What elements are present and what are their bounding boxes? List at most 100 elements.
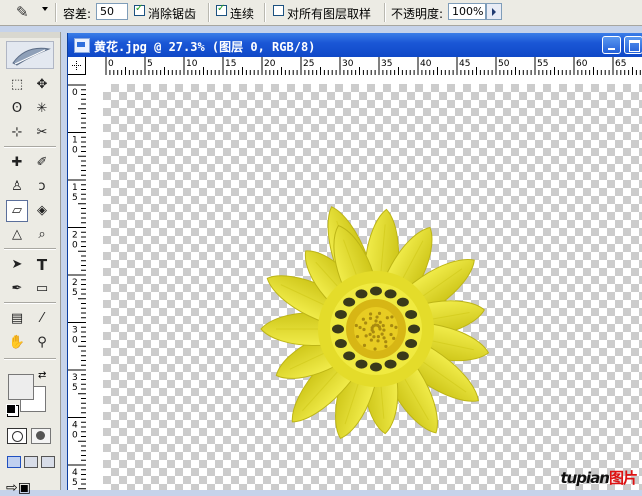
brush-tool-icon[interactable]: ✐	[31, 152, 53, 174]
petal-spot	[370, 286, 382, 296]
notes-tool-icon[interactable]: ▤	[6, 308, 28, 330]
all-layers-checkbox[interactable]	[273, 5, 284, 16]
petal-spot	[405, 339, 418, 349]
standard-mode-button[interactable]	[7, 428, 27, 444]
center-floret	[369, 312, 373, 316]
zoom-tool-icon[interactable]: ⚲	[31, 332, 53, 354]
yellow-flower-image	[260, 206, 490, 440]
petal-spot	[396, 351, 409, 361]
center-floret	[362, 343, 367, 347]
swap-colors-icon[interactable]: ⇄	[38, 370, 46, 381]
center-floret	[364, 334, 368, 338]
dodge-tool-icon[interactable]: ⌕	[31, 224, 53, 246]
slice-tool-icon[interactable]: ✂	[31, 122, 53, 144]
foreground-color-swatch[interactable]	[8, 374, 34, 400]
center-floret	[382, 336, 386, 340]
move-tool-icon[interactable]: ✥	[31, 74, 53, 96]
contiguous-checkbox[interactable]	[216, 3, 227, 16]
full-screen-menu-mode-icon[interactable]	[24, 456, 38, 468]
eyedropper-tool-icon[interactable]: ⁄	[31, 308, 53, 330]
petal-spot	[355, 359, 368, 369]
ruler-label: 60	[576, 59, 588, 69]
standard-screen-mode-icon[interactable]	[7, 456, 21, 468]
center-floret	[354, 323, 358, 328]
petal-spot	[384, 359, 397, 369]
paint-bucket-tool-icon[interactable]: ◈	[31, 200, 53, 222]
center-floret	[368, 316, 373, 320]
document-icon	[74, 38, 90, 53]
lasso-tool-icon[interactable]: ʘ	[6, 98, 28, 120]
center-floret	[374, 319, 378, 323]
tolerance-input[interactable]: 50	[96, 3, 128, 20]
ruler-label: 30	[342, 59, 354, 69]
divider	[55, 3, 57, 22]
center-floret	[384, 344, 388, 348]
options-bar: ✎ 容差: 50 消除锯齿 连续 对所有图层取样 不透明度: 100%	[0, 0, 642, 26]
document-title: 黄花.jpg @ 27.3% (图层 0, RGB/8)	[94, 40, 316, 54]
document-window: 黄花.jpg @ 27.3% (图层 0, RGB/8) 0 5 10 15 20 25 3…	[67, 33, 642, 490]
ruler-label: 10	[72, 136, 78, 156]
magic-wand-tool-icon[interactable]: ✳	[31, 98, 53, 120]
center-floret	[389, 332, 393, 337]
path-selection-tool-icon[interactable]: ➤	[6, 254, 28, 276]
maximize-button[interactable]	[624, 36, 642, 54]
ruler-label: 20	[264, 59, 276, 69]
ruler-label: 30	[72, 326, 78, 346]
clone-stamp-tool-icon[interactable]: ♙	[6, 176, 28, 198]
center-floret	[382, 328, 386, 332]
ruler-label: 20	[72, 231, 78, 251]
center-floret	[376, 339, 380, 343]
ruler-label: 45	[459, 59, 470, 69]
photoshop-feather-logo[interactable]	[6, 41, 54, 69]
horizontal-ruler-ticks: 0 5 10 15 20 25 30 35 40 45 50 55 60 65	[105, 57, 641, 75]
vertical-ruler[interactable]: 0 10 15 20 25 30 35 40 45	[68, 75, 87, 490]
center-floret	[355, 335, 360, 339]
center-floret	[371, 330, 375, 334]
document-titlebar[interactable]: 黄花.jpg @ 27.3% (图层 0, RGB/8)	[68, 33, 642, 57]
center-floret	[376, 335, 380, 339]
ruler-label: 25	[72, 278, 78, 298]
ruler-label: 5	[147, 59, 153, 69]
watermark-logo: tupian图片	[560, 467, 638, 488]
all-layers-label: 对所有图层取样	[287, 7, 372, 21]
blur-tool-icon[interactable]: △	[6, 224, 28, 246]
center-floret	[369, 338, 373, 342]
petal-spot	[343, 351, 356, 361]
opacity-slider-button[interactable]	[486, 3, 502, 20]
petal-spot	[408, 324, 420, 334]
default-colors-icon[interactable]	[6, 404, 16, 414]
quick-mask-button[interactable]	[31, 428, 51, 444]
center-floret	[362, 327, 366, 332]
hand-tool-icon[interactable]: ✋	[6, 332, 28, 354]
tool-preset-picker[interactable]: ✎	[4, 2, 50, 22]
toolbox-grip[interactable]	[0, 32, 60, 38]
horizontal-ruler[interactable]: 0 5 10 15 20 25 30 35 40 45 50 55 60 65	[86, 57, 642, 76]
jump-to-imageready-icon[interactable]: ⇨▣	[6, 480, 31, 496]
divider	[4, 302, 56, 304]
eraser-tool-icon[interactable]: ▱	[6, 200, 28, 222]
type-tool-icon[interactable]: T	[31, 254, 53, 276]
center-floret	[358, 325, 362, 330]
healing-brush-tool-icon[interactable]: ✚	[6, 152, 28, 174]
full-screen-mode-icon[interactable]	[41, 456, 55, 468]
center-floret	[375, 315, 379, 319]
watermark-tag: 图片	[608, 469, 638, 487]
antialias-label: 消除锯齿	[148, 7, 197, 21]
crop-tool-icon[interactable]: ⊹	[6, 122, 28, 144]
marquee-tool-icon[interactable]: ⬚	[6, 74, 28, 96]
ruler-label: 45	[72, 468, 78, 488]
petal-spot	[384, 289, 397, 299]
shape-tool-icon[interactable]: ▭	[31, 278, 53, 300]
opacity-label: 不透明度:	[391, 7, 444, 21]
petal-spot	[405, 309, 418, 319]
image-canvas[interactable]: tupian图片	[86, 75, 642, 490]
pen-tool-icon[interactable]: ✒	[6, 278, 28, 300]
opacity-input[interactable]: 100%	[448, 3, 486, 20]
center-floret	[394, 325, 398, 329]
center-floret	[372, 335, 376, 339]
minimize-button[interactable]	[602, 36, 621, 54]
history-brush-tool-icon[interactable]: ↄ	[31, 176, 53, 198]
ruler-origin[interactable]	[68, 57, 86, 75]
antialias-checkbox[interactable]	[134, 3, 145, 16]
petal-spot	[355, 289, 368, 299]
